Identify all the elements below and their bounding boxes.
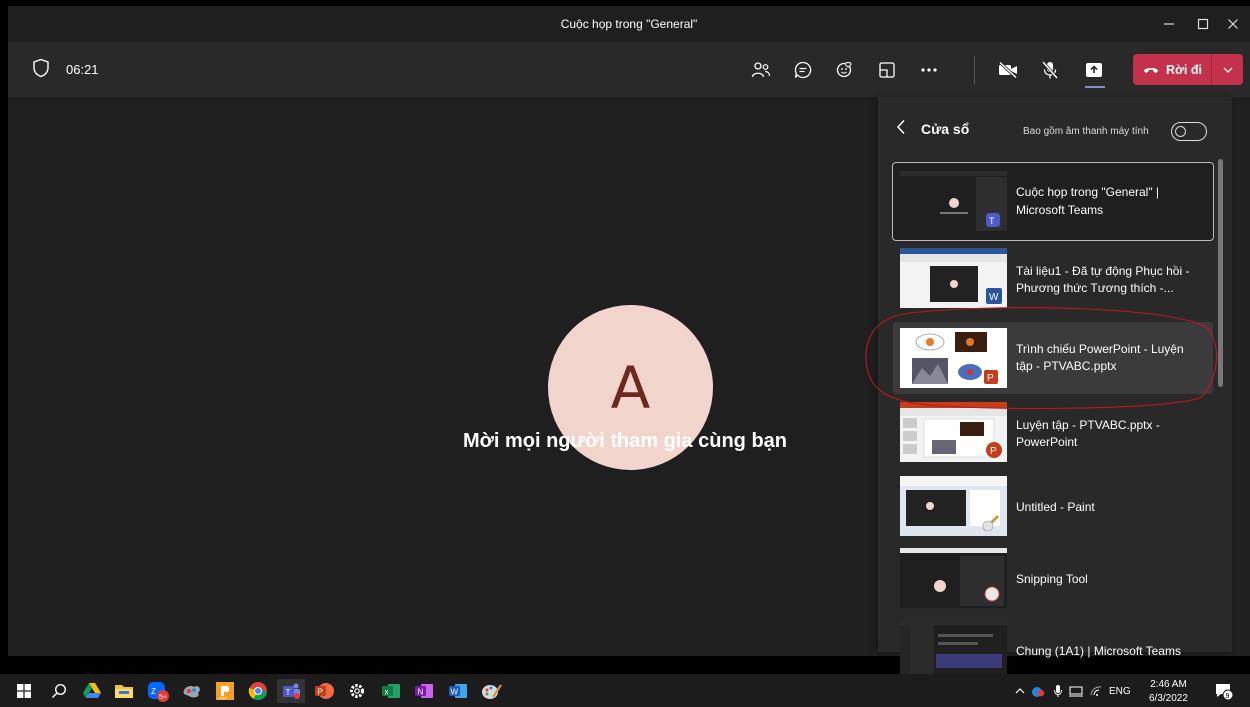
- svg-text:P: P: [990, 446, 997, 457]
- meeting-toolbar: 06:21 Rời đi: [8, 42, 1250, 97]
- svg-text:Z: Z: [151, 687, 156, 696]
- leave-main[interactable]: Rời đi: [1133, 54, 1211, 85]
- window-thumbnail: [900, 476, 1007, 536]
- window-item-teams-meeting[interactable]: T Cuộc họp trong "General" | Microsoft T…: [892, 162, 1214, 241]
- leave-options-button[interactable]: [1212, 67, 1243, 73]
- svg-text:T: T: [286, 688, 291, 697]
- window-thumbnail: [900, 620, 1007, 680]
- toggle-knob: [1175, 125, 1186, 137]
- svg-text:W: W: [451, 688, 459, 697]
- window-item-label: Cuộc họp trong "General" | Microsoft Tea…: [1016, 185, 1160, 217]
- reactions-icon[interactable]: [830, 55, 860, 85]
- computer-audio-label: Bao gồm âm thanh máy tính: [1023, 126, 1149, 137]
- maximize-button[interactable]: [1188, 10, 1218, 38]
- clock-date: 6/3/2022: [1149, 692, 1188, 704]
- share-active-indicator: [1085, 86, 1105, 88]
- input-language[interactable]: ENG: [1109, 686, 1131, 697]
- window-thumbnail: T: [900, 171, 1007, 231]
- chat-icon[interactable]: [788, 55, 818, 85]
- svg-text:N: N: [418, 688, 424, 697]
- svg-text:P: P: [318, 688, 323, 697]
- minimize-button[interactable]: [1154, 10, 1184, 38]
- zalo-badge: 5+: [159, 694, 167, 701]
- toolbar-divider: [974, 56, 975, 84]
- leave-button[interactable]: Rời đi: [1133, 54, 1243, 85]
- share-panel-title: Cửa sổ: [921, 121, 970, 137]
- chevron-down-icon: [1223, 67, 1232, 73]
- camera-off-icon[interactable]: [993, 55, 1023, 85]
- mic-off-icon[interactable]: [1035, 55, 1065, 85]
- window-item-paint[interactable]: Untitled - Paint: [893, 472, 1213, 544]
- start-icon[interactable]: [12, 679, 36, 703]
- share-icon[interactable]: [1079, 55, 1109, 85]
- teams-icon[interactable]: T: [277, 679, 305, 703]
- more-icon[interactable]: [914, 55, 944, 85]
- clock[interactable]: 2:46 AM 6/3/2022: [1149, 678, 1188, 705]
- notifications-icon[interactable]: 9: [1212, 679, 1236, 703]
- excel-icon[interactable]: x: [379, 679, 403, 703]
- svg-text:T: T: [989, 216, 995, 226]
- word-icon[interactable]: W: [446, 679, 470, 703]
- share-panel-header: Cửa sổ Bao gồm âm thanh máy tính: [878, 97, 1232, 157]
- chrome-icon[interactable]: [246, 679, 270, 703]
- office-icon[interactable]: PDF: [213, 679, 237, 703]
- notification-count: 9: [1226, 693, 1230, 700]
- annotation-circle: [865, 307, 1217, 409]
- clock-time: 2:46 AM: [1150, 679, 1187, 690]
- window-list: T Cuộc họp trong "General" | Microsoft T…: [892, 162, 1214, 688]
- title-bar: Cuộc họp trong "General": [8, 6, 1250, 42]
- meeting-timer: 06:21: [66, 62, 99, 77]
- powerpoint-icon[interactable]: P: [312, 679, 336, 703]
- svg-text:PDF: PDF: [219, 696, 228, 701]
- screen: Cuộc họp trong "General" 06:21 Rời đi A …: [0, 0, 1250, 707]
- svg-text:x: x: [385, 688, 389, 697]
- zalo-icon[interactable]: Z 5+: [146, 679, 170, 703]
- close-button[interactable]: [1218, 10, 1248, 38]
- back-chevron-icon[interactable]: [896, 119, 906, 140]
- shield-icon[interactable]: [32, 58, 50, 83]
- window-thumbnail: [900, 548, 1007, 608]
- window-title: Cuộc họp trong "General": [560, 17, 698, 31]
- avatar-initial: A: [610, 353, 651, 422]
- window-item-label: Snipping Tool: [1016, 572, 1088, 587]
- window-thumbnail: W: [900, 248, 1007, 308]
- settings-icon[interactable]: [345, 679, 369, 703]
- paint-3d-icon[interactable]: [180, 679, 204, 703]
- computer-audio-toggle[interactable]: [1171, 122, 1207, 141]
- onenote-icon[interactable]: N: [412, 679, 436, 703]
- taskbar: Z 5+ PDF T P x N W ENG 2:46 AM 6/3/2022 …: [0, 674, 1250, 707]
- phone-hangup-icon: [1144, 67, 1158, 73]
- rooms-icon[interactable]: [872, 55, 902, 85]
- leave-label: Rời đi: [1166, 62, 1202, 77]
- window-item-label: Untitled - Paint: [1016, 500, 1095, 515]
- file-explorer-icon[interactable]: [112, 679, 136, 703]
- search-icon[interactable]: [47, 679, 71, 703]
- participants-icon[interactable]: [746, 55, 776, 85]
- wifi-icon[interactable]: [1084, 679, 1108, 703]
- window-item-snipping-tool[interactable]: Snipping Tool: [893, 544, 1213, 616]
- paint-icon[interactable]: [480, 679, 504, 703]
- google-drive-icon[interactable]: [80, 679, 104, 703]
